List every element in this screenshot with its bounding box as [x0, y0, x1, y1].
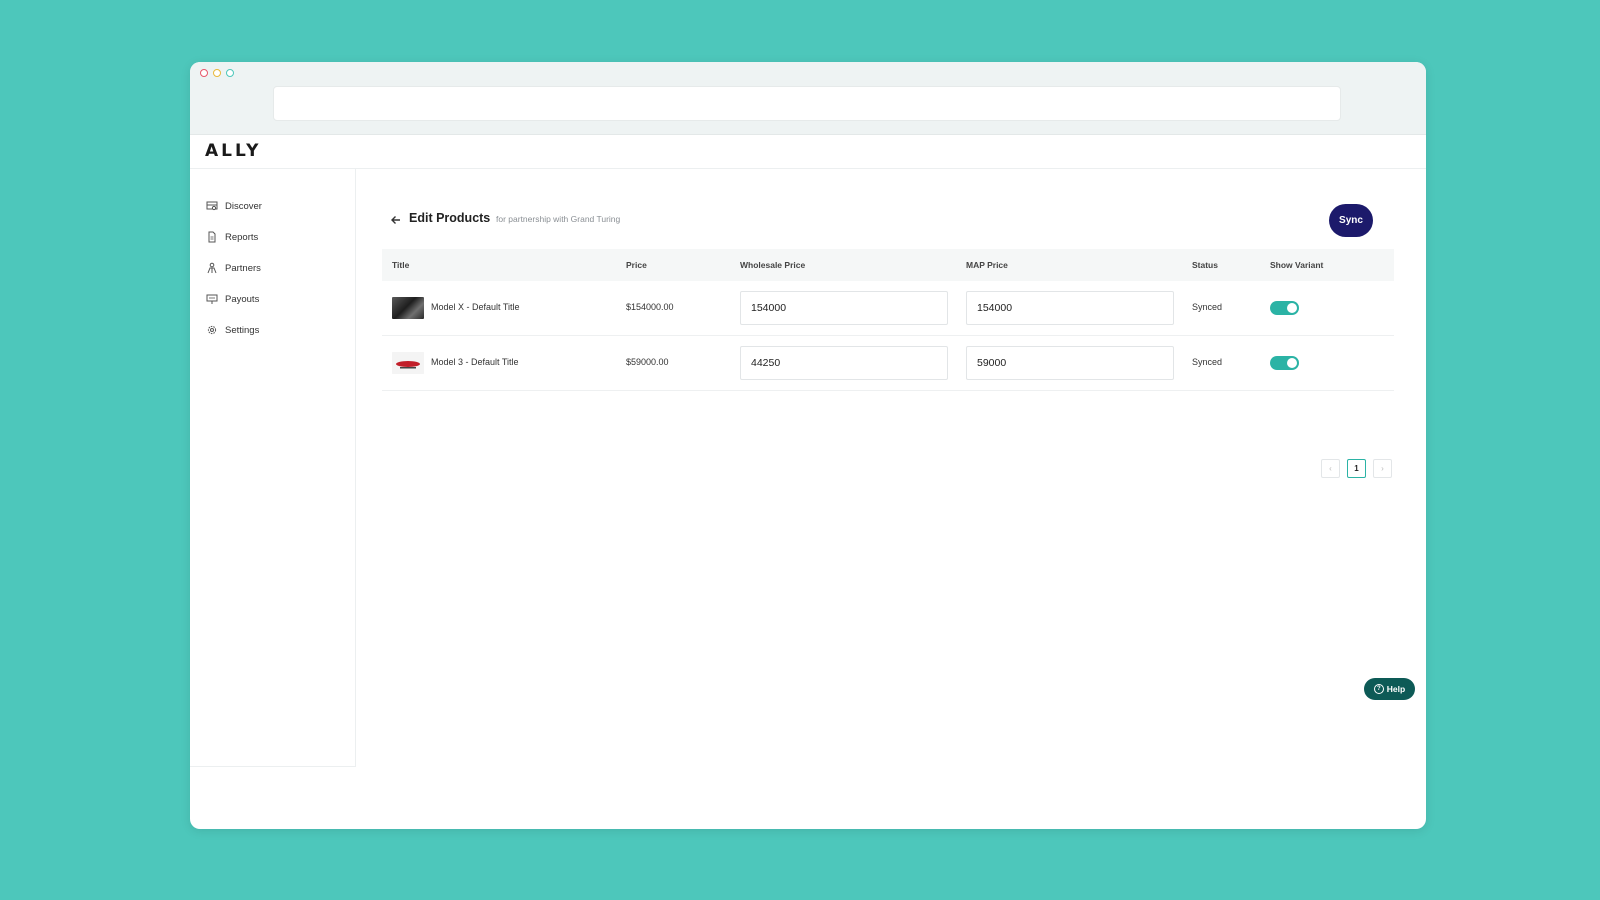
wholesale-price-input[interactable] — [740, 346, 948, 380]
app-logo[interactable]: ALLY — [205, 141, 261, 161]
discover-icon — [206, 201, 218, 211]
partners-icon — [207, 262, 217, 274]
table-row: Model X - Default Title $154000.00 Synce… — [382, 281, 1394, 336]
help-circle-icon: ? — [1373, 684, 1384, 694]
main-content: Edit Products for partnership with Grand… — [356, 169, 1426, 829]
sidebar-item-settings[interactable]: Settings — [206, 321, 259, 339]
page-title: Edit Products — [409, 211, 491, 225]
payouts-icon — [206, 294, 218, 304]
sidebar-item-label: Partners — [225, 262, 261, 274]
browser-chrome — [190, 62, 1426, 135]
address-bar[interactable] — [273, 86, 1341, 121]
product-title: Model 3 - Default Title — [431, 357, 519, 367]
column-header-map-price: MAP Price — [966, 260, 1008, 270]
browser-window: ALLY Discover Reports Partners Payouts S… — [190, 62, 1426, 829]
product-price: $59000.00 — [626, 357, 669, 367]
column-header-price: Price — [626, 260, 647, 270]
pagination-next-button[interactable]: › — [1373, 459, 1392, 478]
column-header-title: Title — [392, 260, 410, 270]
minimize-window-dot[interactable] — [213, 69, 221, 77]
sidebar-item-payouts[interactable]: Payouts — [206, 290, 259, 308]
show-variant-toggle[interactable] — [1270, 356, 1299, 370]
help-button[interactable]: ? Help — [1364, 678, 1415, 700]
pagination-prev-button[interactable]: ‹ — [1321, 459, 1340, 478]
sidebar-item-label: Reports — [225, 231, 259, 243]
show-variant-toggle[interactable] — [1270, 301, 1299, 315]
gear-icon — [207, 325, 217, 335]
help-label: Help — [1386, 684, 1406, 694]
column-header-wholesale-price: Wholesale Price — [740, 260, 806, 270]
maximize-window-dot[interactable] — [226, 69, 234, 77]
table-header: Title Price Wholesale Price MAP Price St… — [382, 249, 1394, 281]
products-table: Title Price Wholesale Price MAP Price St… — [382, 249, 1394, 391]
pagination-page-button[interactable]: 1 — [1347, 459, 1366, 478]
sidebar-item-partners[interactable]: Partners — [206, 259, 261, 277]
sidebar-item-discover[interactable]: Discover — [206, 197, 262, 215]
column-header-show-variant: Show Variant — [1270, 260, 1324, 270]
close-window-dot[interactable] — [200, 69, 208, 77]
document-icon — [208, 231, 216, 243]
wholesale-price-input[interactable] — [740, 291, 948, 325]
sidebar-item-label: Payouts — [225, 293, 260, 305]
status-text: Synced — [1192, 357, 1223, 367]
sidebar-item-reports[interactable]: Reports — [206, 228, 258, 246]
product-price: $154000.00 — [626, 302, 674, 312]
map-price-input[interactable] — [966, 346, 1174, 380]
column-header-status: Status — [1192, 260, 1218, 270]
product-title: Model X - Default Title — [431, 302, 520, 312]
table-row: Model 3 - Default Title $59000.00 Synced — [382, 336, 1394, 391]
sidebar: Discover Reports Partners Payouts Settin… — [190, 169, 356, 767]
back-arrow-icon[interactable] — [390, 214, 402, 226]
sidebar-item-label: Discover — [225, 200, 262, 212]
map-price-input[interactable] — [966, 291, 1174, 325]
status-text: Synced — [1192, 302, 1223, 312]
product-thumbnail — [392, 297, 424, 319]
product-thumbnail — [392, 352, 424, 374]
sidebar-item-label: Settings — [225, 324, 260, 336]
sync-button[interactable]: Sync — [1329, 204, 1373, 237]
page-subtitle: for partnership with Grand Turing — [496, 214, 621, 224]
